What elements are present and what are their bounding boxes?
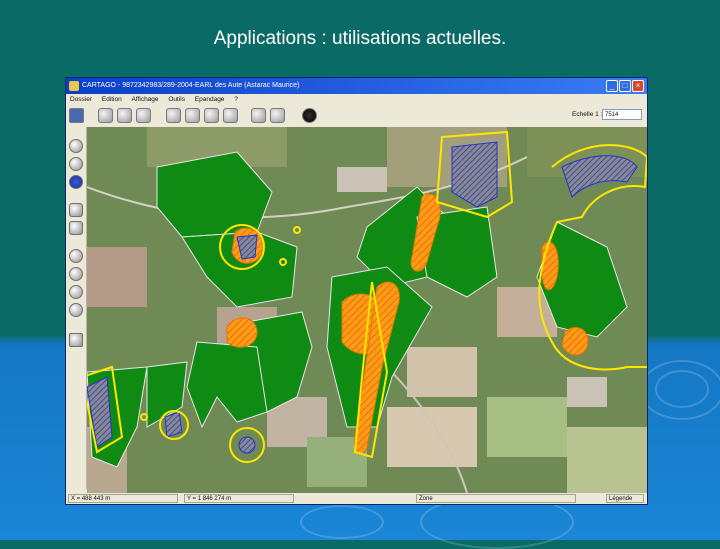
legend-tool-button[interactable] <box>69 333 83 347</box>
left-toolbar <box>66 127 87 489</box>
status-bar: X = 488 443 m Y = 1 846 274 m Zone Légen… <box>66 493 647 504</box>
point-tool-button[interactable] <box>69 303 83 317</box>
export-button[interactable] <box>251 108 266 123</box>
close-button[interactable]: × <box>632 80 644 92</box>
zoom-in-button[interactable] <box>98 108 113 123</box>
window-titlebar[interactable]: CARTAGO - 9872342983/289-2004-EARL des A… <box>66 78 647 94</box>
circle-tool-button[interactable] <box>69 249 83 263</box>
zoom-out-button[interactable] <box>117 108 132 123</box>
aerial-field <box>87 247 147 307</box>
menu-outils[interactable]: Outils <box>168 96 185 103</box>
map-canvas[interactable] <box>87 127 647 493</box>
print-preview-button[interactable] <box>204 108 219 123</box>
status-coord-y: Y = 1 846 274 m <box>184 494 294 503</box>
scale-input[interactable]: 7514 <box>602 109 642 120</box>
scale-label: Echelle 1 : <box>572 111 603 118</box>
print-button[interactable] <box>223 108 238 123</box>
slide-title: Applications : utilisations actuelles. <box>213 28 507 49</box>
status-zone: Zone <box>416 494 576 503</box>
status-legend[interactable]: Légende <box>606 494 644 503</box>
circle-alt-tool-button[interactable] <box>69 267 83 281</box>
delete-tool-button[interactable] <box>69 175 83 189</box>
maximize-button[interactable]: □ <box>619 80 631 92</box>
menu-epandage[interactable]: Epandage <box>195 96 225 103</box>
layers-tool-button[interactable] <box>69 203 83 217</box>
menu-help[interactable]: ? <box>234 96 238 103</box>
settings-button[interactable] <box>270 108 285 123</box>
app-window: CARTAGO - 9872342983/289-2004-EARL des A… <box>65 77 648 505</box>
aerial-hamlet <box>567 377 607 407</box>
water-ripple-decoration <box>640 360 720 420</box>
properties-tool-button[interactable] <box>69 221 83 235</box>
aerial-field <box>567 427 647 493</box>
aerial-field <box>387 407 477 467</box>
info-button[interactable] <box>302 108 317 123</box>
aerial-field <box>487 397 567 457</box>
select-tool-button[interactable] <box>69 157 83 171</box>
toolbar <box>66 105 647 128</box>
minimize-button[interactable]: _ <box>606 80 618 92</box>
spreading-zone <box>561 327 589 356</box>
status-coord-x: X = 488 443 m <box>68 494 178 503</box>
save-button[interactable] <box>69 108 84 123</box>
menu-bar: Dossier Edition Affichage Outils Epandag… <box>66 94 647 105</box>
line-tool-button[interactable] <box>69 285 83 299</box>
spreading-zone <box>226 317 258 348</box>
measure-tool-button[interactable] <box>69 139 83 153</box>
aerial-field <box>407 347 477 397</box>
app-icon <box>69 81 79 91</box>
pan-button[interactable] <box>136 108 151 123</box>
menu-dossier[interactable]: Dossier <box>70 96 92 103</box>
menu-affichage[interactable]: Affichage <box>132 96 159 103</box>
edit-parcel-button[interactable] <box>166 108 181 123</box>
aerial-hamlet <box>337 167 387 192</box>
water-ripple-decoration <box>300 505 384 539</box>
wetland-zone <box>238 436 256 454</box>
menu-edition[interactable]: Edition <box>102 96 122 103</box>
wetland-zone <box>164 411 183 438</box>
window-title: CARTAGO - 9872342983/289-2004-EARL des A… <box>82 82 300 89</box>
edit-zone-button[interactable] <box>185 108 200 123</box>
